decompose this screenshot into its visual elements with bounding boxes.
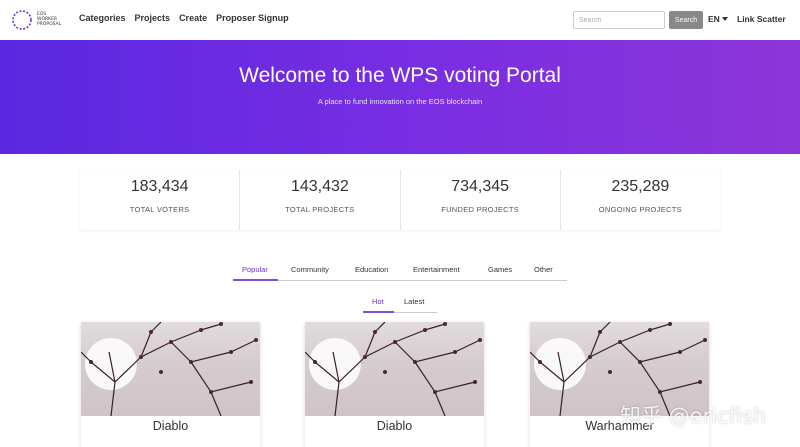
project-card-title: Diablo	[376, 419, 413, 433]
eos-worker-proposal-logo[interactable]: EOS WORKER PROPOSAL	[10, 6, 70, 34]
project-card-image	[81, 322, 260, 416]
tab-games[interactable]: Games	[488, 265, 512, 274]
stats-panel: 183,434 TOTAL VOTERS 143,432 TOTAL PROJE…	[80, 170, 720, 230]
stat-total-voters: 183,434 TOTAL VOTERS	[80, 170, 241, 230]
logo-line: PROPOSAL	[37, 22, 62, 27]
stat-label: ONGOING PROJECTS	[598, 205, 682, 214]
tab-popular[interactable]: Popular	[242, 265, 268, 274]
link-scatter-button[interactable]: Link Scatter	[737, 14, 786, 24]
stat-value: 235,289	[611, 178, 670, 195]
hero-banner: Welcome to the WPS voting Portal A place…	[0, 40, 800, 154]
nav-link-proposer-signup[interactable]: Proposer Signup	[216, 13, 289, 23]
sort-tabs: Hot Latest	[363, 295, 437, 313]
project-card-image	[305, 322, 484, 416]
language-select[interactable]: EN	[708, 14, 728, 24]
tab-community[interactable]: Community	[291, 265, 329, 274]
search-button[interactable]: Search	[669, 11, 703, 29]
stat-total-projects: 143,432 TOTAL PROJECTS	[240, 170, 401, 230]
tab-education[interactable]: Education	[355, 265, 388, 274]
tab-hot[interactable]: Hot	[372, 297, 384, 306]
hero-subtitle: A place to fund innovation on the EOS bl…	[317, 97, 483, 106]
stat-funded-projects: 734,345 FUNDED PROJECTS	[401, 170, 561, 230]
stat-label: FUNDED PROJECTS	[441, 205, 520, 214]
language-value: EN	[708, 14, 720, 24]
stat-value: 734,345	[451, 178, 510, 195]
tab-other[interactable]: Other	[534, 265, 553, 274]
logo-text: EOS WORKER PROPOSAL	[37, 12, 61, 27]
active-tab-indicator	[233, 279, 278, 281]
top-navbar: EOS WORKER PROPOSAL Categories Projects …	[0, 0, 800, 40]
active-sort-indicator	[363, 311, 394, 313]
tree-branches-image	[305, 322, 482, 416]
nav-link-projects[interactable]: Projects	[135, 13, 171, 23]
tab-entertainment[interactable]: Entertainment	[413, 265, 460, 274]
nav-link-create[interactable]: Create	[179, 13, 207, 23]
stat-label: TOTAL PROJECTS	[285, 205, 355, 214]
project-card[interactable]: Diablo	[305, 322, 484, 447]
hero-title: Welcome to the WPS voting Portal	[239, 64, 561, 87]
category-tabs: Popular Community Education Entertainmen…	[233, 263, 567, 281]
project-card-title: Diablo	[152, 419, 189, 433]
stat-ongoing-projects: 235,289 ONGOING PROJECTS	[561, 170, 720, 230]
tab-latest[interactable]: Latest	[404, 297, 424, 306]
stat-value: 143,432	[290, 178, 349, 195]
stat-label: TOTAL VOTERS	[129, 205, 190, 214]
project-card[interactable]: Diablo	[81, 322, 260, 447]
stat-value: 183,434	[130, 178, 189, 195]
zhihu-watermark: 知乎 @ericfish	[620, 400, 795, 432]
logo-ring-icon	[12, 10, 32, 30]
nav-links: Categories Projects Create Proposer Sign…	[79, 13, 289, 23]
caret-down-icon	[721, 17, 728, 21]
watermark-text: 知乎 @ericfish	[620, 404, 767, 428]
search-input[interactable]	[573, 11, 665, 29]
nav-link-categories[interactable]: Categories	[79, 13, 126, 23]
tree-branches-image	[81, 322, 258, 416]
